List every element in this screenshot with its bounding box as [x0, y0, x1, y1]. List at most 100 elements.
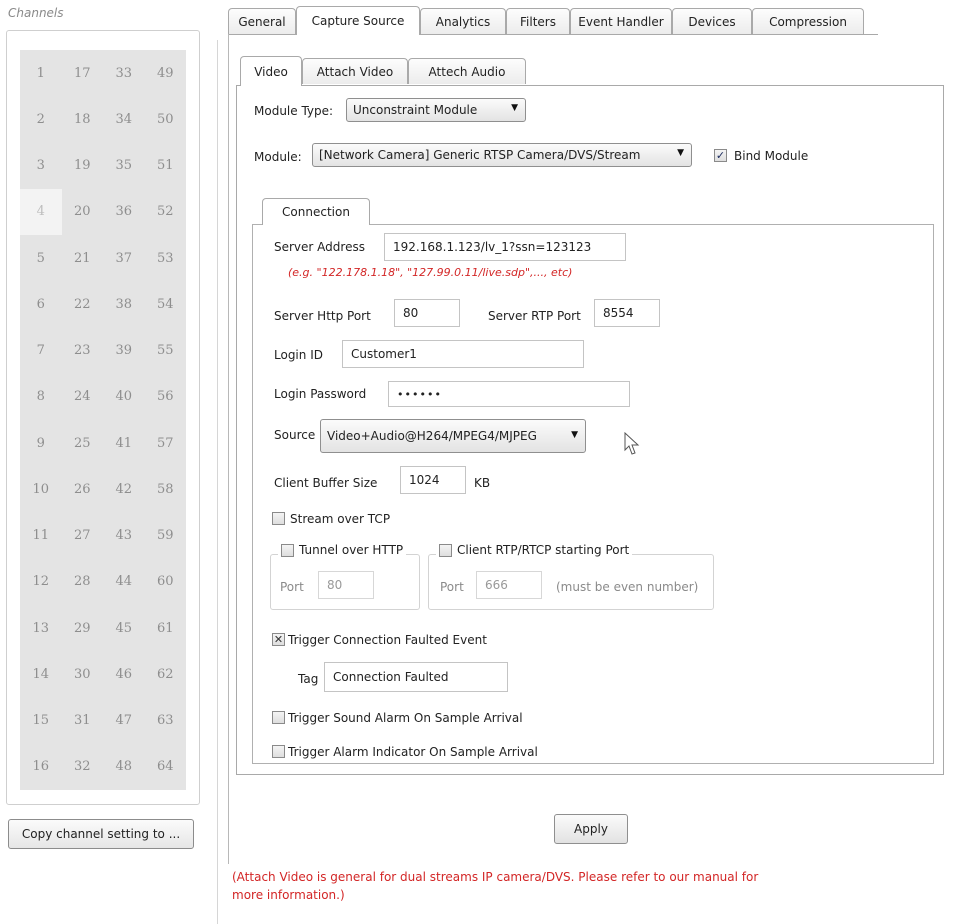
module-type-select[interactable]: Unconstraint Module ▼ [346, 98, 526, 122]
channel-cell[interactable]: 59 [145, 513, 187, 559]
channel-cell[interactable]: 30 [62, 651, 104, 697]
channel-cell[interactable]: 33 [103, 50, 145, 96]
channel-cell[interactable]: 21 [62, 235, 104, 281]
channel-cell[interactable]: 63 [145, 698, 187, 744]
channel-cell[interactable]: 47 [103, 698, 145, 744]
chevron-down-icon: ▼ [677, 148, 684, 158]
channel-cell[interactable]: 10 [20, 466, 62, 512]
channel-cell[interactable]: 28 [62, 559, 104, 605]
channel-cell[interactable]: 20 [62, 189, 104, 235]
channel-cell[interactable]: 64 [145, 744, 187, 790]
channel-cell[interactable]: 43 [103, 513, 145, 559]
channel-cell[interactable]: 31 [62, 698, 104, 744]
channel-cell[interactable]: 4 [20, 188, 62, 235]
channel-cell[interactable]: 18 [62, 96, 104, 142]
channel-cell[interactable]: 27 [62, 513, 104, 559]
channel-cell[interactable]: 44 [103, 559, 145, 605]
channel-cell[interactable]: 29 [62, 605, 104, 651]
http-port-label: Server Http Port [274, 309, 371, 323]
channel-cell[interactable]: 7 [20, 328, 62, 374]
stream-tcp-checkbox[interactable] [272, 512, 285, 525]
channel-cell[interactable]: 46 [103, 651, 145, 697]
trigger-sound-checkbox[interactable] [272, 711, 285, 724]
channel-cell[interactable]: 26 [62, 466, 104, 512]
channel-cell[interactable]: 16 [20, 744, 62, 790]
channel-cell[interactable]: 51 [145, 143, 187, 189]
channel-cell[interactable]: 50 [145, 96, 187, 142]
channel-cell[interactable]: 52 [145, 189, 187, 235]
client-rtp-port-input[interactable]: 666 [476, 571, 542, 599]
login-password-input[interactable]: •••••• [388, 381, 630, 407]
module-select[interactable]: [Network Camera] Generic RTSP Camera/DVS… [312, 143, 692, 167]
tab-connection[interactable]: Connection [262, 198, 370, 225]
tab-capture-source[interactable]: Capture Source [296, 6, 420, 35]
channel-cell[interactable]: 9 [20, 420, 62, 466]
tab-filters[interactable]: Filters [506, 8, 570, 34]
copy-channel-setting-button[interactable]: Copy channel setting to ... [8, 819, 194, 849]
apply-button[interactable]: Apply [554, 814, 628, 844]
channel-cell[interactable]: 32 [62, 744, 104, 790]
trigger-faulted-checkbox[interactable]: ✕ [272, 633, 285, 646]
bind-module-checkbox[interactable]: ✓ [714, 149, 727, 162]
channel-cell[interactable]: 49 [145, 50, 187, 96]
channel-cell[interactable]: 17 [62, 50, 104, 96]
channel-cell[interactable]: 48 [103, 744, 145, 790]
channel-cell[interactable]: 25 [62, 420, 104, 466]
tab-analytics[interactable]: Analytics [420, 8, 506, 34]
channel-cell[interactable]: 38 [103, 281, 145, 327]
server-address-input[interactable]: 192.168.1.123/lv_1?ssn=123123 [384, 233, 626, 261]
channel-cell[interactable]: 6 [20, 281, 62, 327]
tab-devices[interactable]: Devices [672, 8, 752, 34]
trigger-indicator-checkbox[interactable] [272, 745, 285, 758]
tab-general[interactable]: General [228, 8, 296, 34]
channel-cell[interactable]: 39 [103, 328, 145, 374]
channel-cell[interactable]: 55 [145, 328, 187, 374]
tab-compression[interactable]: Compression [752, 8, 864, 34]
channel-cell[interactable]: 60 [145, 559, 187, 605]
channel-cell[interactable]: 5 [20, 235, 62, 281]
channel-cell[interactable]: 41 [103, 420, 145, 466]
channel-cell[interactable]: 11 [20, 513, 62, 559]
channel-cell[interactable]: 23 [62, 328, 104, 374]
server-address-hint: (e.g. "122.178.1.18", "127.99.0.11/live.… [288, 266, 573, 279]
tag-input[interactable]: Connection Faulted [324, 662, 508, 692]
channel-cell[interactable]: 14 [20, 651, 62, 697]
channel-cell[interactable]: 3 [20, 143, 62, 189]
channel-cell[interactable]: 57 [145, 420, 187, 466]
channel-cell[interactable]: 58 [145, 466, 187, 512]
buffer-input[interactable]: 1024 [400, 466, 466, 494]
tunnel-http-checkbox[interactable] [281, 543, 294, 557]
channel-cell[interactable]: 15 [20, 698, 62, 744]
subtab-attach-audio[interactable]: Attech Audio [408, 58, 526, 84]
channel-cell[interactable]: 56 [145, 374, 187, 420]
channel-cell[interactable]: 45 [103, 605, 145, 651]
channel-cell[interactable]: 35 [103, 143, 145, 189]
rtp-port-input[interactable]: 8554 [594, 299, 660, 327]
tunnel-port-input[interactable]: 80 [318, 571, 374, 599]
channel-cell[interactable]: 61 [145, 605, 187, 651]
login-id-input[interactable]: Customer1 [342, 340, 584, 368]
channel-cell[interactable]: 36 [103, 189, 145, 235]
channel-cell[interactable]: 42 [103, 466, 145, 512]
channel-cell[interactable]: 40 [103, 374, 145, 420]
channel-cell[interactable]: 54 [145, 281, 187, 327]
channel-cell[interactable]: 37 [103, 235, 145, 281]
source-value: Video+Audio@H264/MPEG4/MJPEG [327, 429, 537, 443]
channel-cell[interactable]: 13 [20, 605, 62, 651]
channel-cell[interactable]: 8 [20, 374, 62, 420]
http-port-input[interactable]: 80 [394, 299, 460, 327]
channel-cell[interactable]: 34 [103, 96, 145, 142]
channel-cell[interactable]: 62 [145, 651, 187, 697]
tab-event-handler[interactable]: Event Handler [570, 8, 672, 34]
channel-cell[interactable]: 1 [20, 50, 62, 96]
channel-cell[interactable]: 53 [145, 235, 187, 281]
channel-cell[interactable]: 12 [20, 559, 62, 605]
channel-cell[interactable]: 19 [62, 143, 104, 189]
client-rtp-checkbox[interactable] [439, 543, 452, 557]
channel-cell[interactable]: 24 [62, 374, 104, 420]
source-select[interactable]: Video+Audio@H264/MPEG4/MJPEG ▼ [320, 419, 586, 453]
channel-cell[interactable]: 22 [62, 281, 104, 327]
channel-cell[interactable]: 2 [20, 96, 62, 142]
subtab-video[interactable]: Video [240, 56, 302, 86]
subtab-attach-video[interactable]: Attach Video [302, 58, 408, 84]
